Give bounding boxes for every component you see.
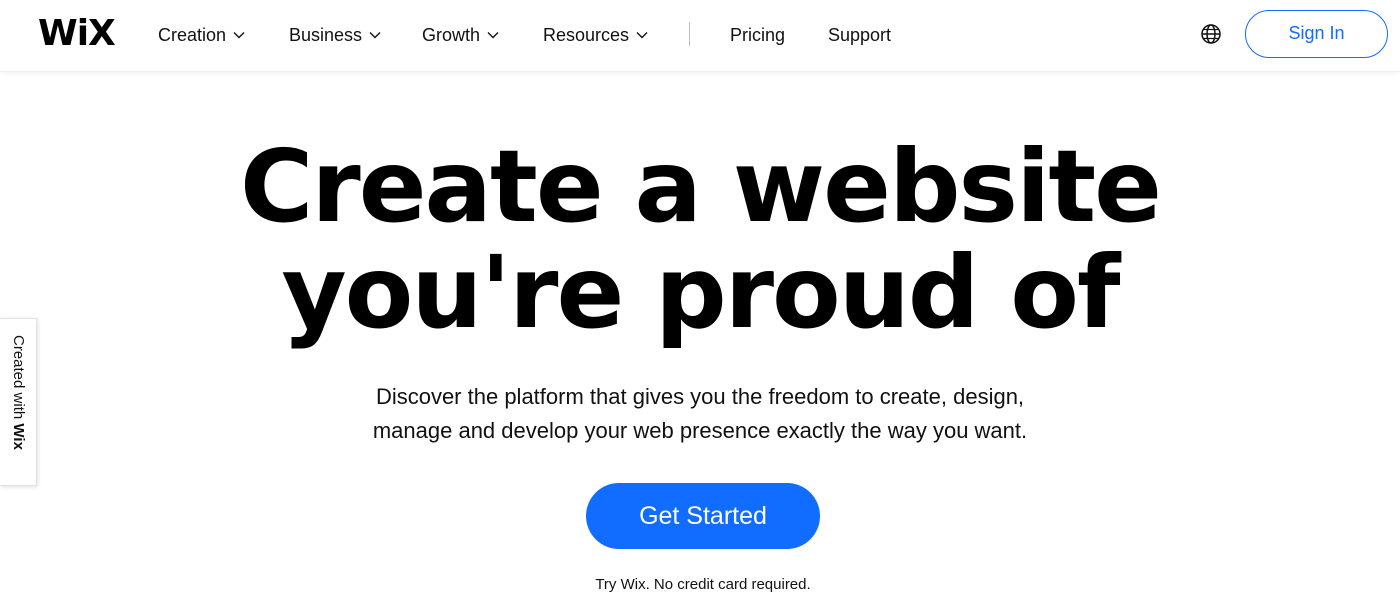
hero-subtitle-line: Discover the platform that gives you the… [375, 384, 1025, 409]
created-with-wix-badge[interactable]: Created with Wix [0, 318, 37, 486]
sign-in-button[interactable]: Sign In [1245, 10, 1388, 58]
badge-text: Created with Wix [5, 335, 31, 450]
chevron-down-icon [369, 32, 381, 39]
hero-title: Create a website you're proud of [0, 134, 1400, 346]
no-credit-card-note: Try Wix. No credit card required. [595, 576, 811, 593]
nav-item-label: Support [828, 25, 892, 45]
nav-item-label: Growth [422, 25, 481, 45]
nav-item-creation[interactable]: Creation [158, 22, 245, 48]
nav-item-growth[interactable]: Growth [422, 22, 499, 48]
nav-item-label: Pricing [730, 25, 786, 45]
nav-item-label: Business [289, 25, 363, 45]
language-selector-button[interactable] [1199, 22, 1223, 46]
nav-item-pricing[interactable]: Pricing [730, 22, 785, 48]
badge-brand: Wix [10, 423, 27, 450]
nav-divider [689, 22, 690, 46]
nav-item-label: Resources [543, 25, 630, 45]
nav-item-resources[interactable]: Resources [543, 22, 648, 48]
wix-logo[interactable]: WiX [38, 14, 116, 54]
get-started-button[interactable]: Get Started [586, 483, 820, 549]
hero-subtitle: Discover the platform that gives you the… [0, 380, 1400, 448]
hero-subtitle-line: manage and develop your web presence exa… [372, 418, 1028, 443]
page: WiX Creation Business Growth Resources P… [0, 0, 1400, 612]
nav-item-label: Creation [158, 25, 227, 45]
nav-item-business[interactable]: Business [289, 22, 381, 48]
globe-icon [1201, 24, 1221, 44]
chevron-down-icon [233, 32, 245, 39]
chevron-down-icon [487, 32, 499, 39]
hero-title-line: Create a website [240, 128, 1162, 245]
top-navigation-bar: WiX Creation Business Growth Resources P… [0, 0, 1400, 72]
badge-prefix: Created with [10, 335, 27, 424]
nav-item-support[interactable]: Support [828, 22, 891, 48]
hero-title-line: you're proud of [281, 234, 1120, 351]
chevron-down-icon [636, 32, 648, 39]
